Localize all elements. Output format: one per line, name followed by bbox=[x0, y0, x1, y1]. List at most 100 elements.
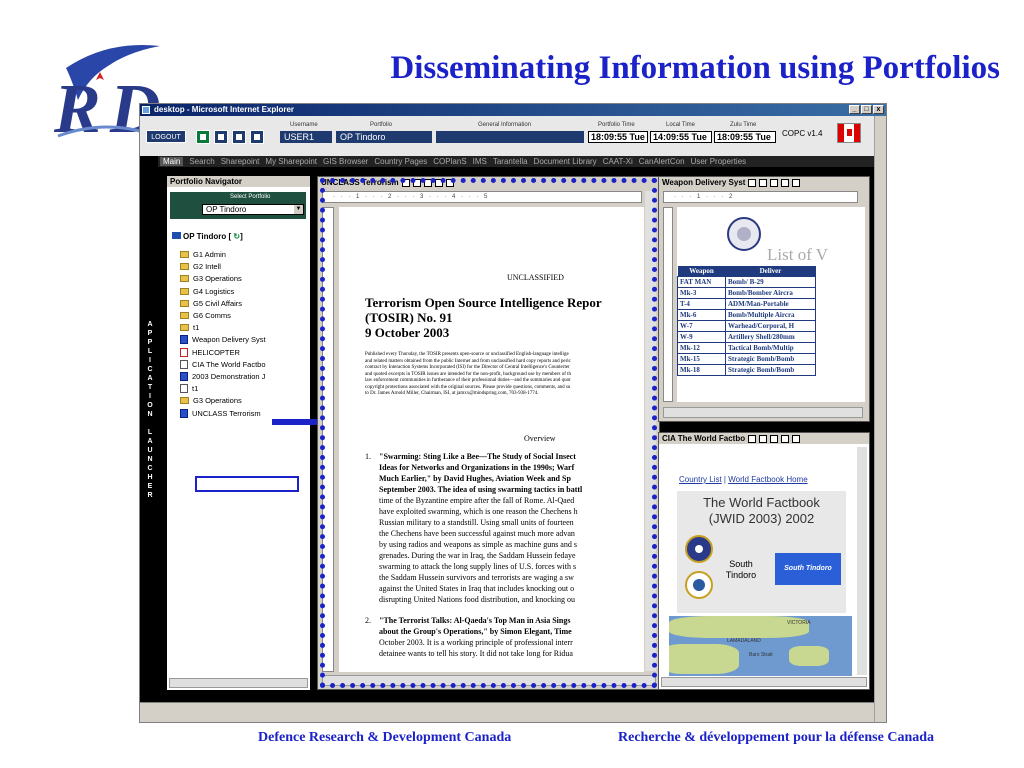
logout-button[interactable]: LOGOUT bbox=[146, 130, 186, 143]
doc-item-1: 1. "Swarming: Sting Like a Bee—The Study… bbox=[365, 451, 644, 605]
tree-item[interactable]: 2003 Demonstration J bbox=[180, 372, 265, 381]
tree-root[interactable]: OP Tindoro [ ↻] bbox=[172, 232, 243, 241]
factbook-hscrollbar[interactable] bbox=[661, 677, 867, 687]
folder-icon bbox=[180, 251, 189, 258]
window-button-icon[interactable] bbox=[401, 178, 410, 187]
tree-item-label: G3 Operations bbox=[193, 396, 242, 406]
tree-item[interactable]: G3 Operations bbox=[180, 396, 242, 405]
nav-tab[interactable]: Main bbox=[160, 157, 184, 166]
launcher-letter bbox=[145, 420, 155, 429]
window-button-icon[interactable] bbox=[423, 178, 432, 187]
close-button[interactable]: x bbox=[873, 105, 884, 114]
portfolio-icon[interactable] bbox=[214, 130, 228, 144]
doc-title-line: Terrorism Open Source Intelligence Repor bbox=[365, 295, 602, 310]
folder-icon bbox=[180, 275, 189, 283]
nav-tab[interactable]: Document Library bbox=[534, 157, 597, 166]
window-button-icon[interactable] bbox=[445, 178, 454, 187]
tree-item[interactable]: t1 bbox=[180, 323, 199, 332]
nav-tab[interactable]: GIS Browser bbox=[323, 157, 368, 166]
weapon-cell: W-9 bbox=[677, 330, 726, 343]
window-button-icon[interactable] bbox=[792, 434, 801, 443]
doc-item-line: time of the Byzantine empire after the f… bbox=[379, 496, 575, 505]
weapon-cell: W-7 bbox=[677, 319, 726, 332]
document-ruler[interactable]: · · · 1 · · · 2 · · · 3 · · · 4 · · · 5 bbox=[322, 191, 642, 203]
weapon-table: Weapon Deliver FAT MAN Bomb/ B-29 Mk-3 Bomb… bbox=[677, 266, 816, 376]
app-header: LOGOUT Username USER1 Portfolio OP Tindo… bbox=[140, 116, 874, 156]
print-icon[interactable] bbox=[250, 130, 264, 144]
window-button-icon[interactable] bbox=[748, 178, 757, 187]
document-vscrollbar[interactable] bbox=[645, 191, 656, 671]
table-row: Mk-6 Bomb/Multiple Aircra bbox=[677, 308, 816, 321]
emblem-icon bbox=[685, 571, 713, 599]
navigator-hscrollbar[interactable] bbox=[169, 678, 308, 688]
nav-tab[interactable]: Country Pages bbox=[374, 157, 427, 166]
window-button-icon[interactable] bbox=[759, 434, 768, 443]
browser-vscrollbar[interactable] bbox=[874, 116, 886, 722]
tree-item[interactable]: UNCLASS Terrorism bbox=[180, 408, 261, 418]
tree-item[interactable]: G3 Operations bbox=[180, 274, 242, 283]
window-button-icon[interactable] bbox=[770, 434, 779, 443]
nav-tab[interactable]: CAAT-Xi bbox=[603, 157, 633, 166]
house-icon[interactable] bbox=[232, 130, 246, 144]
launcher-letter: U bbox=[147, 447, 153, 454]
doc-item-line: Much Earlier," by David Hughes, Aviation… bbox=[379, 474, 571, 483]
tree-item[interactable]: G4 Logistics bbox=[180, 287, 234, 296]
tree-item[interactable]: HELICOPTER bbox=[180, 347, 240, 357]
portfolio-select[interactable]: OP Tindoro ▼ bbox=[202, 204, 304, 215]
window-button-icon[interactable] bbox=[759, 178, 768, 187]
doc-item-line: Russian military to a standstill. Using … bbox=[379, 518, 574, 527]
document-hscrollbar[interactable] bbox=[322, 675, 656, 686]
window-button-icon[interactable] bbox=[792, 178, 801, 187]
browser-title: desktop - Microsoft Internet Explorer bbox=[154, 105, 295, 114]
weapon-hscrollbar[interactable] bbox=[663, 407, 863, 418]
country-map[interactable]: VICTORIA LAMADALAND Baro Strait bbox=[669, 616, 852, 676]
launcher-letter: E bbox=[147, 483, 153, 490]
tree-item[interactable]: G6 Comms bbox=[180, 311, 231, 320]
nav-tab[interactable]: Sharepoint bbox=[221, 157, 260, 166]
tree-root-end: ] bbox=[240, 232, 243, 241]
footer-french: Recherche & développement pour la défens… bbox=[618, 730, 935, 745]
word-doc-icon bbox=[180, 335, 188, 345]
tree-item[interactable]: t1 bbox=[180, 384, 198, 394]
nav-tab[interactable]: User Properties bbox=[691, 157, 747, 166]
nav-tab[interactable]: CanAlertCon bbox=[639, 157, 685, 166]
tree-item[interactable]: Weapon Delivery Syst bbox=[180, 335, 266, 345]
nav-tab[interactable]: Search bbox=[189, 157, 214, 166]
nav-tab[interactable]: IMS bbox=[473, 157, 487, 166]
factbook-home-link[interactable]: World Factbook Home bbox=[728, 475, 807, 484]
window-button-icon[interactable] bbox=[434, 178, 443, 187]
window-button-icon[interactable] bbox=[770, 178, 779, 187]
window-button-icon[interactable] bbox=[748, 434, 757, 443]
nav-tab[interactable]: My Sharepoint bbox=[265, 157, 317, 166]
launcher-letter: N bbox=[147, 411, 153, 418]
table-row: FAT MAN Bomb/ B-29 bbox=[677, 275, 816, 288]
username-label: Username bbox=[290, 122, 318, 128]
tree-item[interactable]: CIA The World Factbo bbox=[180, 359, 266, 369]
doc-item-line: about the Group's Operations," by Simon … bbox=[379, 627, 572, 636]
maximize-button[interactable]: □ bbox=[861, 105, 872, 114]
tree-item[interactable]: G1 Admin bbox=[180, 250, 226, 259]
window-button-icon[interactable] bbox=[412, 178, 421, 187]
tree-item[interactable]: G2 Intell bbox=[180, 262, 221, 271]
launcher-letter: L bbox=[147, 348, 153, 355]
nav-tab[interactable]: COPlanS bbox=[433, 157, 466, 166]
doc-overview-heading: Overview bbox=[524, 434, 556, 443]
window-button-icon[interactable] bbox=[781, 434, 790, 443]
country-banner[interactable]: South Tindoro bbox=[775, 553, 841, 585]
doc-item-number: 2. bbox=[365, 616, 371, 625]
chevron-down-icon[interactable]: ▼ bbox=[294, 205, 303, 214]
zulu-time: 18:09:55 Tue bbox=[714, 131, 776, 143]
country-list-link[interactable]: Country List bbox=[679, 475, 722, 484]
home-icon[interactable] bbox=[196, 130, 210, 144]
nav-tab[interactable]: Tarantella bbox=[493, 157, 528, 166]
tree-item[interactable]: G5 Civil Affairs bbox=[180, 299, 242, 308]
window-button-icon[interactable] bbox=[781, 178, 790, 187]
factbook-vscrollbar[interactable] bbox=[857, 447, 867, 675]
weapon-window-title: Weapon Delivery Syst bbox=[662, 178, 746, 187]
tree-item-label: G4 Logistics bbox=[193, 286, 235, 296]
tree-item-label: UNCLASS Terrorism bbox=[192, 408, 261, 418]
weapon-cell: Mk-18 bbox=[677, 363, 726, 376]
minimize-button[interactable]: _ bbox=[849, 105, 860, 114]
weapon-ruler[interactable]: · · · 1 · · · 2 bbox=[663, 191, 858, 203]
application-launcher[interactable]: APPLICATIONLAUNCHER bbox=[145, 231, 155, 691]
